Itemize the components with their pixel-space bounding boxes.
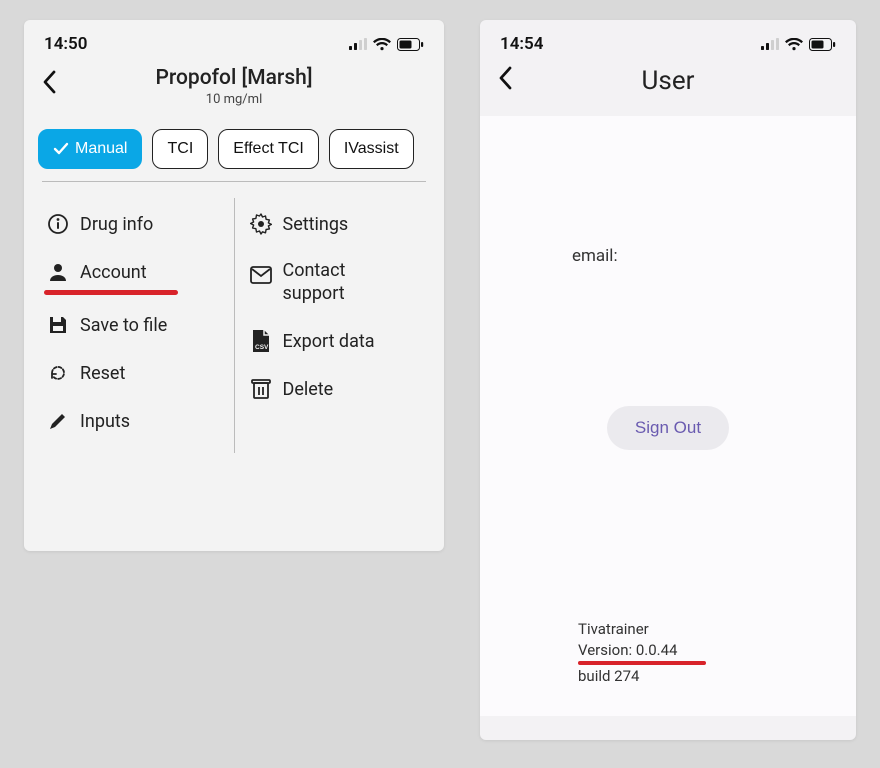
mail-icon	[249, 263, 273, 287]
status-time: 14:50	[44, 34, 87, 54]
menu-account[interactable]: Account	[40, 248, 226, 296]
sign-out-button[interactable]: Sign Out	[607, 406, 729, 450]
phone-left: 14:50 Propofol [Marsh] 10 mg/ml Manual T…	[24, 20, 444, 551]
segment-label: IVassist	[344, 140, 399, 158]
email-label: email:	[500, 246, 836, 266]
person-icon	[46, 260, 70, 284]
segment-label: Manual	[75, 140, 127, 158]
back-button[interactable]	[498, 66, 526, 94]
cellular-icon	[761, 38, 779, 50]
cellular-icon	[349, 38, 367, 50]
build-line: build 274	[578, 666, 836, 686]
phone-right: 14:54 User email: Sign Out Tivatrainer V…	[480, 20, 856, 740]
battery-icon	[809, 38, 836, 51]
status-icons	[761, 38, 836, 51]
segment-label: TCI	[167, 140, 193, 158]
menu-drug-info[interactable]: Drug info	[40, 200, 226, 248]
mode-segment: Manual TCI Effect TCI IVassist	[24, 119, 444, 181]
segment-label: Effect TCI	[233, 140, 304, 158]
check-icon	[53, 142, 69, 156]
segment-tci[interactable]: TCI	[152, 129, 208, 169]
app-name: Tivatrainer	[578, 619, 836, 639]
status-bar: 14:50	[24, 20, 444, 62]
menu-label: Export data	[283, 331, 375, 352]
menu-col-right: Settings Contact support CSV Export data…	[235, 192, 437, 453]
wifi-icon	[785, 38, 803, 51]
version-line: Version: 0.0.44	[578, 640, 836, 660]
menu-delete[interactable]: Delete	[243, 365, 429, 413]
chevron-left-icon	[42, 70, 58, 94]
chevron-left-icon	[498, 66, 514, 90]
highlight-underline	[44, 290, 178, 295]
menu-col-left: Drug info Account Save to file Reset Inp…	[32, 192, 234, 453]
gear-icon	[249, 212, 273, 236]
save-icon	[46, 313, 70, 337]
menu-label: Reset	[80, 363, 125, 384]
page-title: User	[642, 66, 695, 96]
trash-icon	[249, 377, 273, 401]
menu-inputs[interactable]: Inputs	[40, 397, 226, 445]
wifi-icon	[373, 38, 391, 51]
segment-manual[interactable]: Manual	[38, 129, 142, 169]
highlight-underline	[578, 661, 706, 665]
menu-save-to-file[interactable]: Save to file	[40, 301, 226, 349]
menu-label: Account	[80, 262, 147, 283]
svg-text:CSV: CSV	[255, 344, 269, 351]
header: User	[480, 62, 856, 116]
menu-reset[interactable]: Reset	[40, 349, 226, 397]
menu-contact-support[interactable]: Contact support	[243, 248, 429, 317]
battery-icon	[397, 38, 424, 51]
menu-label: Drug info	[80, 214, 153, 235]
menu-label: Inputs	[80, 411, 130, 432]
status-icons	[349, 38, 424, 51]
back-button[interactable]	[42, 70, 70, 98]
menu-export-data[interactable]: CSV Export data	[243, 317, 429, 365]
info-icon	[46, 212, 70, 236]
version-block: Tivatrainer Version: 0.0.44 build 274	[500, 619, 836, 686]
menu-label: Contact support	[283, 260, 373, 305]
segment-effect-tci[interactable]: Effect TCI	[218, 129, 319, 169]
header: Propofol [Marsh] 10 mg/ml	[24, 62, 444, 119]
menu-grid: Drug info Account Save to file Reset Inp…	[24, 182, 444, 453]
user-body: email: Sign Out Tivatrainer Version: 0.0…	[480, 116, 856, 716]
csv-icon: CSV	[249, 329, 273, 353]
reset-icon	[46, 361, 70, 385]
menu-label: Save to file	[80, 315, 167, 336]
status-time: 14:54	[500, 34, 543, 54]
page-subtitle: 10 mg/ml	[155, 92, 312, 107]
page-title: Propofol [Marsh]	[155, 66, 312, 90]
status-bar: 14:54	[480, 20, 856, 62]
segment-ivassist[interactable]: IVassist	[329, 129, 414, 169]
pencil-icon	[46, 409, 70, 433]
menu-label: Delete	[283, 379, 334, 400]
menu-label: Settings	[283, 214, 349, 235]
menu-settings[interactable]: Settings	[243, 200, 429, 248]
